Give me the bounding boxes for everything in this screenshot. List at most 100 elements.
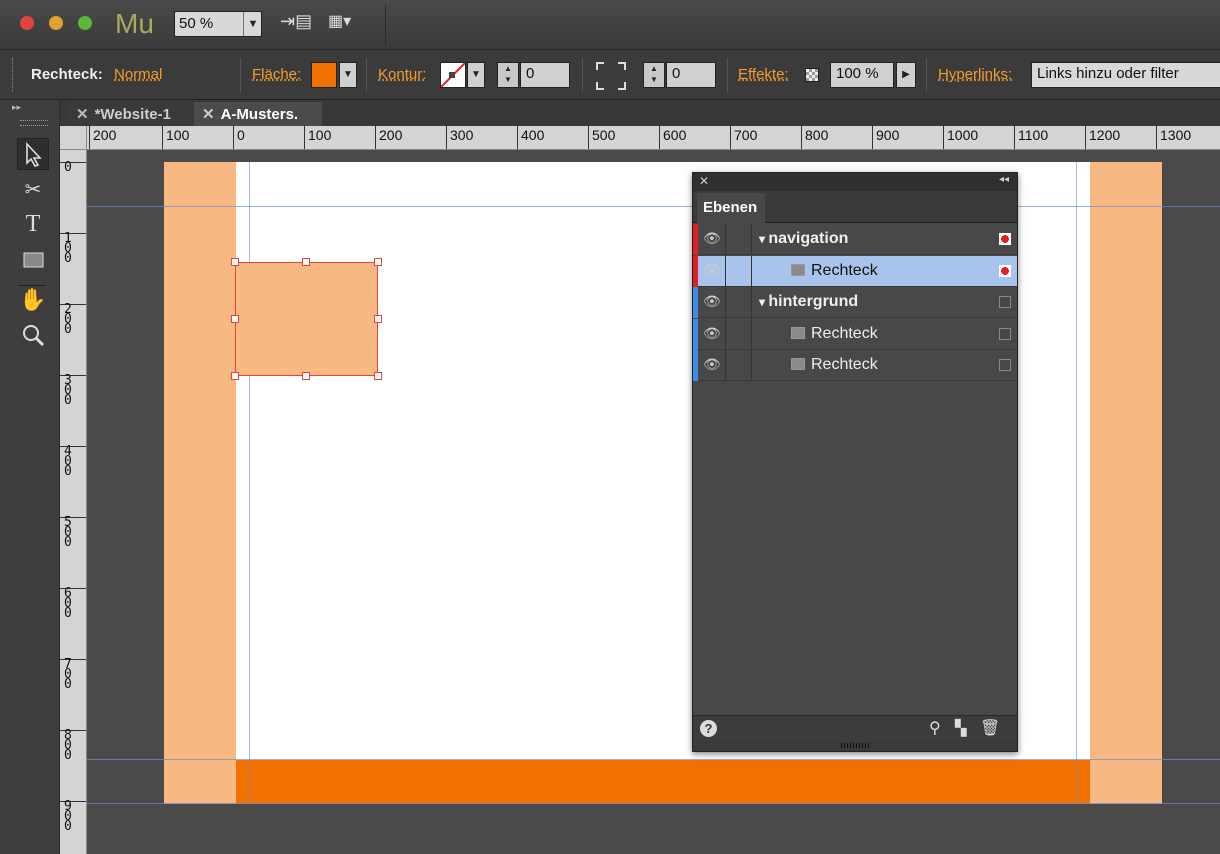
- chevron-down-icon[interactable]: ▾: [759, 295, 768, 309]
- ruler-tick-label: 700: [730, 126, 757, 149]
- left-background-rectangle[interactable]: [164, 162, 236, 804]
- chevron-right-icon[interactable]: ▶: [896, 62, 916, 88]
- resize-handle[interactable]: [374, 258, 382, 266]
- ruler-tick-label: 5 0 0: [60, 516, 86, 549]
- resize-handle[interactable]: [374, 315, 382, 323]
- rectangle-tool-icon[interactable]: [17, 244, 49, 276]
- divider: [727, 58, 728, 92]
- chevron-down-icon[interactable]: ▼: [339, 62, 357, 88]
- crop-tool-icon[interactable]: ✂: [17, 174, 49, 206]
- resize-handle[interactable]: [231, 372, 239, 380]
- design-canvas[interactable]: [87, 150, 1220, 854]
- ruler-tick-label: 2 0 0: [60, 303, 86, 336]
- ruler-tick-label: 1100: [1014, 126, 1048, 149]
- eye-icon[interactable]: 👁: [703, 262, 721, 279]
- horizontal-guide[interactable]: [87, 759, 1220, 760]
- minimize-window-button[interactable]: [49, 16, 63, 30]
- chevron-down-icon[interactable]: ▾: [759, 232, 768, 246]
- layer-selection-indicator[interactable]: [999, 233, 1011, 245]
- horizontal-guide[interactable]: [87, 206, 1220, 207]
- ruler-tick-label: 200: [89, 126, 116, 149]
- resize-handle[interactable]: [302, 372, 310, 380]
- close-icon[interactable]: ✕: [699, 174, 709, 188]
- layer-row[interactable]: 👁 Rechteck: [693, 350, 1017, 381]
- layer-row[interactable]: 👁 ▾ hintergrund: [693, 287, 1017, 318]
- stroke-width-stepper[interactable]: ▲ ▼: [497, 62, 519, 88]
- effects-label-link[interactable]: Effekte:: [738, 66, 789, 83]
- layer-row[interactable]: 👁 ▾ navigation: [693, 224, 1017, 255]
- divider: [725, 255, 726, 287]
- hyperlinks-label-link[interactable]: Hyperlinks:: [938, 66, 1012, 83]
- vertical-guide[interactable]: [249, 162, 250, 804]
- resize-grip[interactable]: [693, 741, 1017, 751]
- ruler-tick-label: 600: [659, 126, 686, 149]
- hyperlinks-input[interactable]: Links hinzu oder filter: [1031, 62, 1220, 88]
- expand-icon[interactable]: ▸▸: [12, 102, 21, 113]
- grip-handle[interactable]: [20, 120, 48, 126]
- ruler-tick-label: 1200: [1085, 126, 1120, 149]
- object-type-label: Rechteck:: [31, 66, 103, 83]
- view-mode-icon[interactable]: ▦▾: [328, 11, 368, 35]
- stroke-width-input[interactable]: 0: [520, 62, 570, 88]
- vertical-guide[interactable]: [1076, 162, 1077, 804]
- ruler-tick-label: 800: [801, 126, 828, 149]
- eye-icon[interactable]: 👁: [703, 293, 721, 310]
- collapse-icon[interactable]: ◂◂: [999, 174, 1009, 185]
- chevron-down-icon[interactable]: ▼: [467, 62, 485, 88]
- opacity-input[interactable]: 100 %: [830, 62, 894, 88]
- tab-website-1[interactable]: ✕ *Website-1: [68, 102, 192, 126]
- resize-handle[interactable]: [231, 315, 239, 323]
- eye-icon[interactable]: 👁: [703, 325, 721, 342]
- grip-handle[interactable]: [12, 58, 15, 92]
- layers-panel: ✕ ◂◂ Ebenen 👁 ▾ navigation 👁 Rechteck 👁 ▾ hin…: [692, 172, 1018, 752]
- ruler-tick-label: 400: [517, 126, 544, 149]
- right-background-rectangle[interactable]: [1090, 162, 1162, 804]
- ruler-tick-label: 1300: [1156, 126, 1191, 149]
- horizontal-guide[interactable]: [87, 803, 1220, 804]
- fill-label-link[interactable]: Fläche:: [252, 66, 301, 83]
- layer-selection-indicator[interactable]: [999, 296, 1011, 308]
- close-window-button[interactable]: [20, 16, 34, 30]
- stroke-label-link[interactable]: Kontur:: [378, 66, 426, 83]
- footer-rectangle[interactable]: [236, 760, 1090, 804]
- divider: [725, 287, 726, 318]
- layer-selection-indicator[interactable]: [999, 327, 1011, 340]
- tab-label: A-Musters.: [220, 106, 299, 123]
- resize-handle[interactable]: [374, 372, 382, 380]
- panel-header[interactable]: ✕ ◂◂: [693, 173, 1017, 191]
- selected-rectangle[interactable]: [235, 262, 378, 376]
- layer-selection-indicator[interactable]: [999, 359, 1011, 371]
- control-bar: Rechteck: Normal Fläche: ▼ Kontur: ▼ ▲ ▼ …: [0, 50, 1220, 100]
- new-layer-icon[interactable]: ▚: [955, 719, 967, 737]
- help-icon[interactable]: ?: [700, 720, 717, 737]
- hand-tool-icon[interactable]: ✋: [17, 284, 49, 316]
- text-tool-icon[interactable]: T: [17, 208, 49, 240]
- preview-page-icon[interactable]: ⇥▤: [280, 11, 312, 35]
- chevron-down-icon[interactable]: ▼: [243, 12, 262, 36]
- resize-handle[interactable]: [231, 258, 239, 266]
- layer-label: ▾ navigation: [759, 230, 848, 248]
- object-state-link[interactable]: Normal: [114, 66, 162, 83]
- layer-row[interactable]: 👁 Rechteck: [693, 255, 1017, 287]
- tab-ebenen[interactable]: Ebenen: [697, 193, 765, 223]
- corner-radius-input[interactable]: 0: [666, 62, 716, 88]
- close-icon[interactable]: ✕: [202, 106, 215, 123]
- eye-icon[interactable]: 👁: [703, 356, 721, 373]
- selection-tool-icon[interactable]: [17, 138, 49, 170]
- zoom-select[interactable]: 50 % ▼: [174, 11, 262, 37]
- ruler-tick-label: 200: [375, 126, 402, 149]
- zoom-window-button[interactable]: [78, 16, 92, 30]
- layer-row[interactable]: 👁 Rechteck: [693, 318, 1017, 350]
- eye-icon[interactable]: 👁: [703, 230, 721, 247]
- search-icon[interactable]: ⚲: [929, 718, 941, 738]
- resize-handle[interactable]: [302, 258, 310, 266]
- close-icon[interactable]: ✕: [76, 106, 89, 123]
- zoom-tool-icon[interactable]: [17, 320, 49, 352]
- corner-radius-stepper[interactable]: ▲ ▼: [643, 62, 665, 88]
- stroke-color-swatch[interactable]: [440, 62, 466, 88]
- layer-selection-indicator[interactable]: [999, 264, 1011, 277]
- divider: [926, 58, 927, 92]
- fill-color-swatch[interactable]: [311, 62, 337, 88]
- trash-icon[interactable]: 🗑: [980, 718, 1000, 738]
- tab-a-musters[interactable]: ✕ A-Musters.: [194, 102, 322, 126]
